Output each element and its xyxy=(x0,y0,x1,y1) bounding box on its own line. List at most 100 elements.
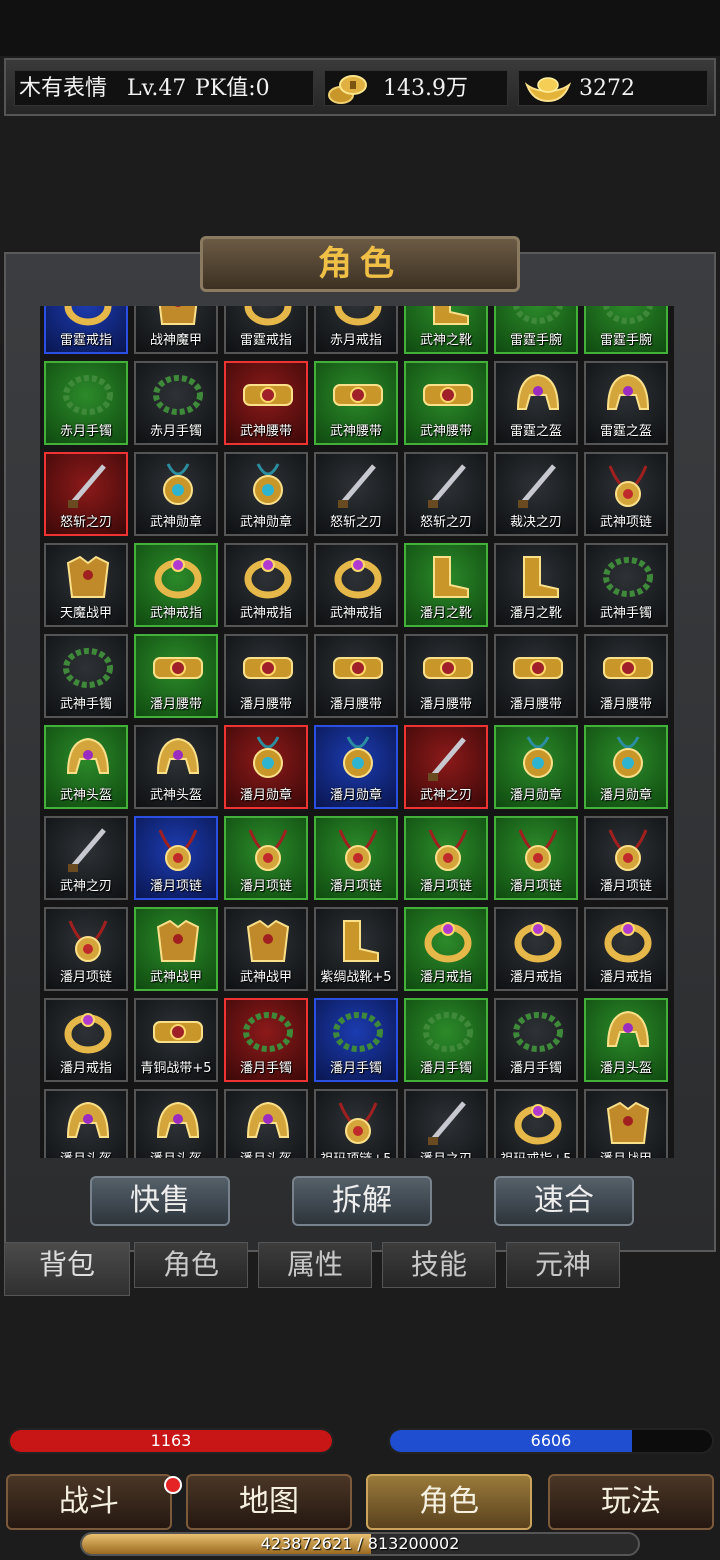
inventory-slot[interactable]: 武神手镯 xyxy=(44,634,128,718)
inventory-slot[interactable]: 潘月勋章 xyxy=(314,725,398,809)
inventory-slot[interactable]: 潘月头盔 xyxy=(224,1089,308,1158)
inventory-slot[interactable]: 天魔战甲 xyxy=(44,543,128,627)
inventory-slot[interactable]: 武神战甲 xyxy=(224,907,308,991)
mp-value: 6606 xyxy=(530,1431,572,1450)
inventory-slot[interactable]: 雷霆手腕 xyxy=(584,306,668,354)
inventory-slot[interactable]: 潘月之靴 xyxy=(404,543,488,627)
medal-icon xyxy=(523,736,553,778)
inventory-slot[interactable]: 潘月勋章 xyxy=(224,725,308,809)
inventory-slot[interactable]: 潘月头盔 xyxy=(134,1089,218,1158)
bracelet-icon xyxy=(603,557,653,597)
inventory-slot[interactable]: 潘月腰带 xyxy=(314,634,398,718)
inventory-slot[interactable]: 潘月项链 xyxy=(404,816,488,900)
inventory-slot[interactable]: 潘月手镯 xyxy=(224,998,308,1082)
tab-spirit[interactable]: 元神 xyxy=(506,1242,620,1288)
inventory-slot[interactable]: 武神腰带 xyxy=(404,361,488,445)
inventory-slot[interactable]: 武神之刃 xyxy=(404,725,488,809)
inventory-slot[interactable]: 雷霆之盔 xyxy=(494,361,578,445)
inventory-slot[interactable]: 青铜战带+5 xyxy=(134,998,218,1082)
inventory-slot[interactable]: 潘月头盔 xyxy=(584,998,668,1082)
inventory-slot[interactable]: 武神项链 xyxy=(584,452,668,536)
inventory-slot[interactable]: 武神戒指 xyxy=(224,543,308,627)
item-name: 潘月之靴 xyxy=(419,606,472,621)
inventory-slot[interactable]: 潘月戒指 xyxy=(44,998,128,1082)
inventory-slot[interactable]: 武神之靴 xyxy=(404,306,488,354)
inventory-slot[interactable]: 武神勋章 xyxy=(134,452,218,536)
nav-character[interactable]: 角色 xyxy=(366,1474,532,1530)
item-name: 武神头盔 xyxy=(59,788,112,803)
nav-battle[interactable]: 战斗 xyxy=(6,1474,172,1530)
bracelet-icon xyxy=(243,1012,293,1052)
inventory-slot[interactable]: 潘月腰带 xyxy=(134,634,218,718)
inventory-slot[interactable]: 潘月腰带 xyxy=(404,634,488,718)
inventory-slot[interactable]: 潘月战甲 xyxy=(584,1089,668,1158)
necklace-icon xyxy=(608,465,648,507)
inventory-slot[interactable]: 潘月手镯 xyxy=(404,998,488,1082)
ring-icon xyxy=(604,922,652,963)
item-name: 潘月勋章 xyxy=(329,788,382,803)
nav-map[interactable]: 地图 xyxy=(186,1474,352,1530)
inventory-slot[interactable]: 怒斩之刃 xyxy=(314,452,398,536)
inventory-slot[interactable]: 潘月之靴 xyxy=(494,543,578,627)
inventory-slot[interactable]: 武神手镯 xyxy=(584,543,668,627)
inventory-slot[interactable]: 潘月项链 xyxy=(44,907,128,991)
inventory-slot[interactable]: 潘月腰带 xyxy=(224,634,308,718)
inventory-slot[interactable]: 赤月手镯 xyxy=(134,361,218,445)
inventory-slot[interactable]: 潘月手镯 xyxy=(494,998,578,1082)
inventory-slot[interactable]: 潘月项链 xyxy=(134,816,218,900)
inventory-slot[interactable]: 武神腰带 xyxy=(314,361,398,445)
weapon-icon xyxy=(428,1101,466,1145)
quick-sell-button[interactable]: 快售 xyxy=(90,1176,230,1226)
inventory-slot[interactable]: 潘月勋章 xyxy=(584,725,668,809)
inventory-slot[interactable]: 潘月项链 xyxy=(224,816,308,900)
inventory-slot[interactable]: 潘月腰带 xyxy=(584,634,668,718)
inventory-slot[interactable]: 祖玛戒指+5 xyxy=(494,1089,578,1158)
fast-merge-button[interactable]: 速合 xyxy=(494,1176,634,1226)
player-pk: PK值:0 xyxy=(195,76,270,101)
inventory-slot[interactable]: 潘月腰带 xyxy=(494,634,578,718)
tab-skills[interactable]: 技能 xyxy=(382,1242,496,1288)
inventory-slot[interactable]: 潘月项链 xyxy=(314,816,398,900)
inventory-slot[interactable]: 潘月头盔 xyxy=(44,1089,128,1158)
tab-backpack[interactable]: 背包 xyxy=(4,1242,130,1296)
inventory-slot[interactable]: 雷霆戒指 xyxy=(44,306,128,354)
inventory-slot[interactable]: 赤月戒指 xyxy=(314,306,398,354)
ring-icon xyxy=(64,1013,112,1054)
inventory-slot[interactable]: 怒斩之刃 xyxy=(404,452,488,536)
inventory-slot[interactable]: 潘月之刃 xyxy=(404,1089,488,1158)
inventory-slot[interactable]: 雷霆之盔 xyxy=(584,361,668,445)
inventory-slot[interactable]: 武神头盔 xyxy=(44,725,128,809)
necklace-icon xyxy=(68,920,108,962)
panel-title-plate: 角色 xyxy=(200,236,520,292)
inventory-slot[interactable]: 潘月项链 xyxy=(494,816,578,900)
inventory-slot[interactable]: 武神腰带 xyxy=(224,361,308,445)
inventory-slot[interactable]: 紫绸战靴+5 xyxy=(314,907,398,991)
inventory-slot[interactable]: 武神勋章 xyxy=(224,452,308,536)
inventory-slot[interactable]: 赤月手镯 xyxy=(44,361,128,445)
inventory-slot[interactable]: 怒斩之刃 xyxy=(44,452,128,536)
inventory-slot[interactable]: 潘月戒指 xyxy=(584,907,668,991)
inventory-grid[interactable]: 雷霆戒指 战神魔甲 雷霆戒指 赤月戒指 武神之靴 雷霆手腕 雷霆手腕 赤月手镯 赤月手镯 武神腰带… xyxy=(40,306,674,1158)
inventory-slot[interactable]: 潘月戒指 xyxy=(404,907,488,991)
inventory-slot[interactable]: 雷霆戒指 xyxy=(224,306,308,354)
inventory-slot[interactable]: 武神戒指 xyxy=(134,543,218,627)
nav-gameplay[interactable]: 玩法 xyxy=(548,1474,714,1530)
inventory-slot[interactable]: 战神魔甲 xyxy=(134,306,218,354)
inventory-slot[interactable]: 武神之刃 xyxy=(44,816,128,900)
bracelet-icon xyxy=(63,648,113,688)
inventory-slot[interactable]: 潘月勋章 xyxy=(494,725,578,809)
inventory-slot[interactable]: 武神戒指 xyxy=(314,543,398,627)
inventory-slot[interactable]: 裁决之刃 xyxy=(494,452,578,536)
inventory-slot[interactable]: 武神头盔 xyxy=(134,725,218,809)
inventory-slot[interactable]: 祖玛项链+5 xyxy=(314,1089,398,1158)
inventory-slot[interactable]: 雷霆手腕 xyxy=(494,306,578,354)
tab-attributes[interactable]: 属性 xyxy=(258,1242,372,1288)
dismantle-button[interactable]: 拆解 xyxy=(292,1176,432,1226)
inventory-slot[interactable]: 潘月戒指 xyxy=(494,907,578,991)
tab-character[interactable]: 角色 xyxy=(134,1242,248,1288)
inventory-slot[interactable]: 武神战甲 xyxy=(134,907,218,991)
weapon-icon xyxy=(428,464,466,508)
inventory-slot[interactable]: 潘月项链 xyxy=(584,816,668,900)
item-name: 祖玛戒指+5 xyxy=(496,1148,576,1158)
inventory-slot[interactable]: 潘月手镯 xyxy=(314,998,398,1082)
